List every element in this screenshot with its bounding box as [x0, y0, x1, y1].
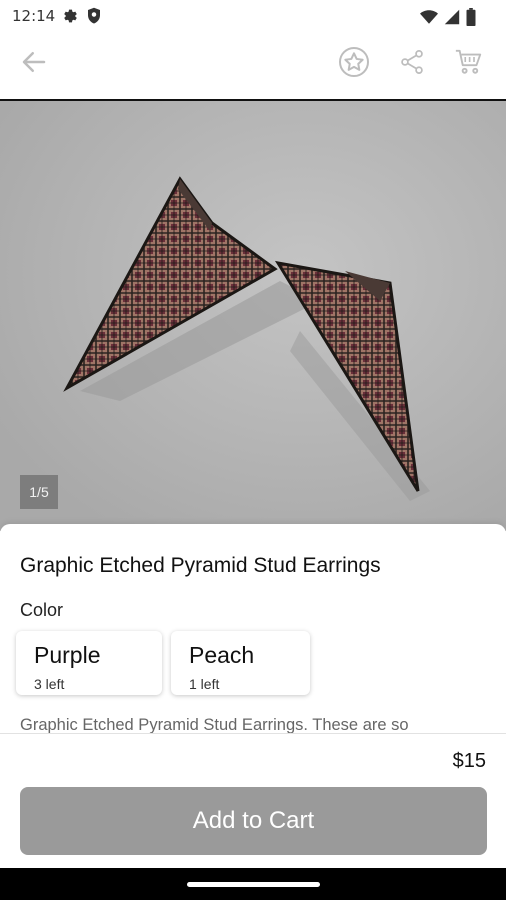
- product-title: Graphic Etched Pyramid Stud Earrings: [20, 554, 381, 577]
- earrings-illustration: [0, 101, 506, 531]
- image-page-indicator: 1/5: [20, 475, 58, 509]
- add-to-cart-button[interactable]: Add to Cart: [20, 787, 487, 855]
- color-label: Color: [20, 600, 64, 620]
- favorite-button[interactable]: [336, 46, 372, 82]
- cart-icon: [454, 47, 484, 82]
- home-gesture-handle[interactable]: [187, 882, 320, 887]
- arrow-left-icon: [19, 47, 49, 82]
- star-icon: [338, 46, 370, 83]
- system-nav-bar: [0, 868, 506, 900]
- status-bar: 12:14: [0, 0, 506, 32]
- color-option-peach[interactable]: Peach 1 left: [171, 631, 310, 695]
- cart-button[interactable]: [451, 46, 487, 82]
- shield-icon: [86, 7, 102, 30]
- color-option-purple[interactable]: Purple 3 left: [16, 631, 162, 695]
- product-price: $15: [452, 750, 486, 772]
- color-option-name: Purple: [34, 642, 101, 668]
- color-option-stock: 3 left: [34, 676, 65, 692]
- gear-icon: [60, 7, 78, 30]
- share-icon: [398, 48, 426, 81]
- app-bar: [0, 32, 506, 101]
- product-details-sheet: Graphic Etched Pyramid Stud Earrings Col…: [0, 524, 506, 900]
- color-option-name: Peach: [189, 642, 255, 668]
- signal-icon: [444, 9, 460, 30]
- back-button[interactable]: [16, 46, 52, 82]
- status-time: 12:14: [12, 7, 56, 25]
- product-description: Graphic Etched Pyramid Stud Earrings. Th…: [20, 716, 409, 734]
- wifi-icon: [420, 9, 438, 30]
- divider: [0, 733, 506, 734]
- color-option-stock: 1 left: [189, 676, 220, 692]
- product-image[interactable]: 1/5: [0, 101, 506, 531]
- share-button[interactable]: [394, 46, 430, 82]
- battery-icon: [466, 8, 476, 31]
